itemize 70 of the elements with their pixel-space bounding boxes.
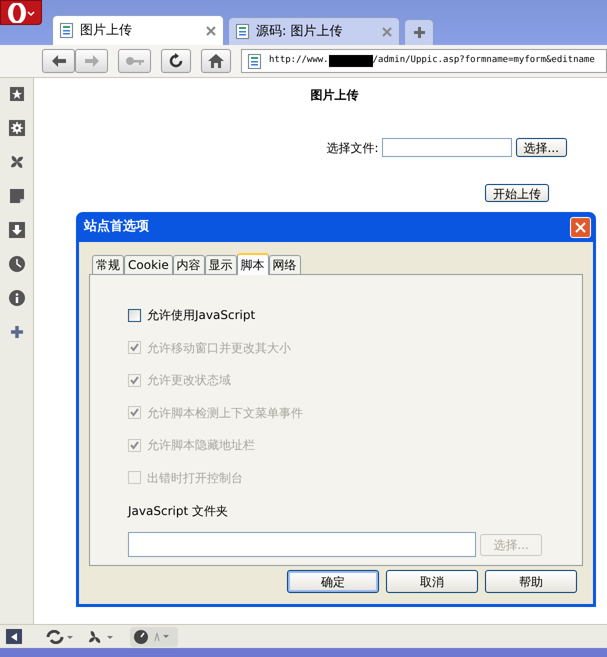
checkmark-icon [130,408,139,418]
checkmark-icon [130,343,139,352]
sync-icon[interactable] [46,630,74,644]
back-arrow-icon [52,55,66,67]
browse-button[interactable]: 选择... [516,138,567,157]
download-icon[interactable] [8,222,24,238]
info-icon[interactable] [8,290,24,306]
opera-menu-button[interactable] [0,0,42,25]
bookmark-star-icon[interactable] [8,86,24,102]
settings-icon[interactable] [8,120,24,136]
file-input-field[interactable] [382,138,512,157]
gauge-icon [134,630,148,644]
reload-button[interactable] [161,49,191,73]
home-icon [208,54,224,68]
file-label: 选择文件: [326,140,379,156]
opera-logo-icon [5,2,35,22]
dialog-tab[interactable]: 脚本 [236,253,269,275]
page-heading: 图片上传 [310,87,358,104]
key-button[interactable] [118,49,151,73]
option-label: 允许使用JavaScript [147,307,256,324]
option-label: 出错时打开控制台 [147,470,243,487]
option-label: 允许更改状态域 [147,372,231,390]
dialog-tab[interactable]: 网络 [268,255,301,274]
dialog-tab[interactable]: 显示 [204,255,237,274]
close-button[interactable] [570,216,591,238]
checkmark-icon [130,376,139,385]
address-field[interactable]: http://www. /admin/Uppic.asp?formname=myform&editname [241,49,607,73]
reload-icon [168,53,184,69]
fan-icon[interactable] [88,630,116,644]
key-icon [124,56,144,66]
folder-input-field[interactable] [128,532,476,557]
dialog-title: 站点首选项 [84,218,149,236]
plus-icon[interactable] [8,324,24,340]
dialog-tab[interactable]: Cookie [124,255,173,274]
page-icon [248,54,261,68]
dialog-button[interactable]: 帮助 [485,570,577,593]
folder-label: JavaScript 文件夹 [128,503,229,520]
speed-control[interactable] [130,626,178,646]
close-icon [575,222,586,232]
checkmark-icon [130,440,139,450]
caret-icon [154,632,170,642]
dialog-button[interactable]: 确定 [287,570,379,593]
option-label: 允许脚本检测上下文菜单事件 [147,404,303,422]
dialog-tab[interactable]: 内容 [172,255,205,274]
new-tab-button[interactable] [404,19,434,45]
dialog-button[interactable]: 取消 [386,570,478,593]
url-text: /admin/Uppic.asp?formname=myform&editname [372,54,595,68]
dialog-tab[interactable]: 常规 [92,255,124,274]
back-button[interactable] [42,49,75,73]
triangle-icon [11,632,17,640]
close-icon[interactable] [206,26,216,36]
browser-tab[interactable]: 图片上传 [52,15,224,45]
url-text: http://www. [269,54,329,68]
page-icon [236,24,249,39]
forward-arrow-icon [84,55,98,67]
option-label: 允许脚本隐藏地址栏 [147,437,255,454]
browser-tab[interactable]: 源码: 图片上传 [228,17,400,45]
tab-title: 图片上传 [80,22,133,40]
panel-toggle-button[interactable] [6,629,22,644]
clock-icon[interactable] [8,256,24,272]
option-label: 允许移动窗口并更改其大小 [147,340,291,357]
checkbox[interactable] [128,308,141,322]
home-button[interactable] [201,49,231,73]
plus-icon [412,26,426,39]
tab-title: 源码: 图片上传 [256,22,344,41]
redaction-bar [328,55,373,67]
note-icon[interactable] [8,188,24,204]
upload-button[interactable]: 开始上传 [485,184,549,202]
fan-icon[interactable] [8,154,24,170]
page-icon [60,23,73,38]
